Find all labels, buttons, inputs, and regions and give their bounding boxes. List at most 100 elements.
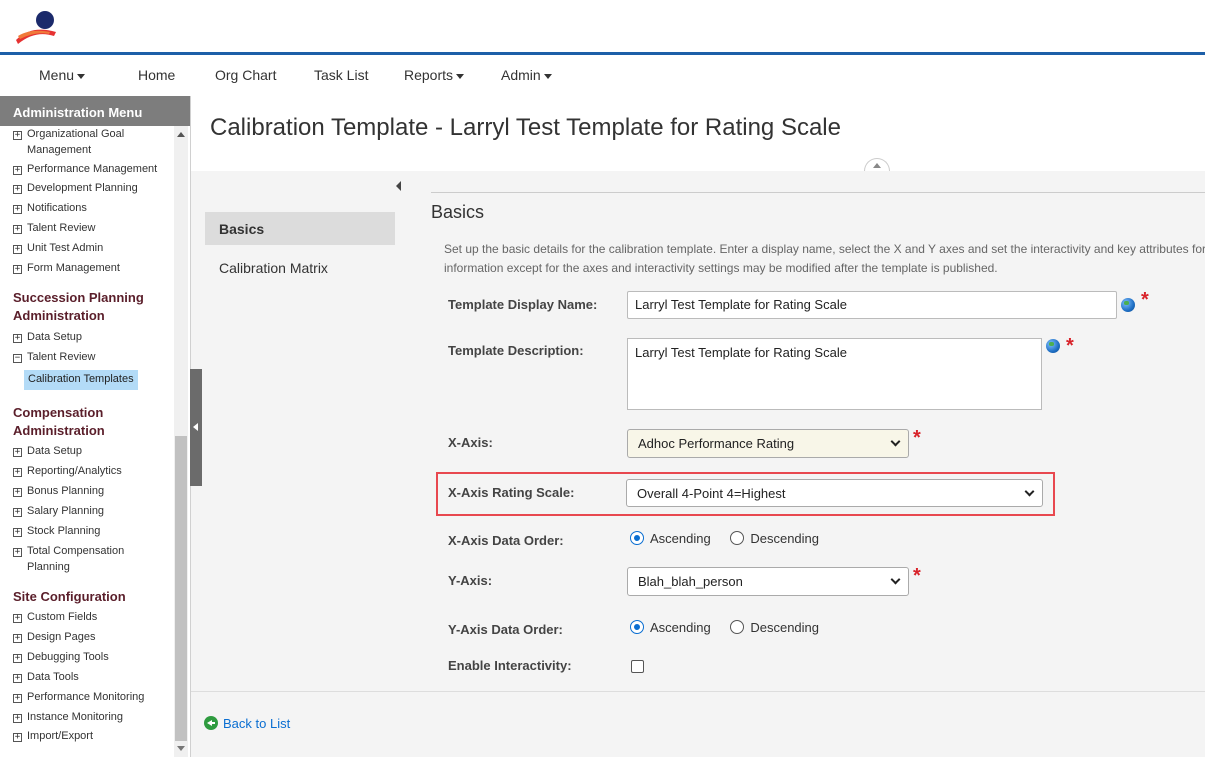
scrollbar-thumb[interactable] bbox=[175, 436, 187, 741]
nav-reports-label: Reports bbox=[404, 67, 454, 83]
sidebar-item-import-export[interactable]: + Import/Export bbox=[13, 728, 93, 744]
sidebar-item-instance-monitoring[interactable]: + Instance Monitoring bbox=[13, 709, 123, 725]
x-axis-value: Adhoc Performance Rating bbox=[638, 436, 795, 451]
sidebar-item-total-compensation[interactable]: + Total Compensation Planning bbox=[13, 543, 124, 575]
expand-icon[interactable]: + bbox=[13, 508, 22, 517]
expand-icon[interactable]: + bbox=[13, 528, 22, 537]
radio-unchecked-icon[interactable] bbox=[730, 531, 745, 545]
nav-reports[interactable]: Reports bbox=[404, 67, 465, 83]
interactivity-checkbox[interactable] bbox=[631, 660, 644, 673]
sidebar-item-development-planning[interactable]: + Development Planning bbox=[13, 180, 138, 196]
chevron-down-icon bbox=[890, 574, 901, 585]
section-title-line: Succession Planning bbox=[13, 290, 144, 305]
expand-icon[interactable]: + bbox=[13, 166, 22, 175]
sidebar-scrollbar[interactable] bbox=[174, 126, 188, 757]
top-navigation: Menu Home Org Chart Task List Reports Ad… bbox=[0, 56, 1205, 94]
radio-unchecked-icon[interactable] bbox=[730, 620, 745, 634]
y-order-ascending[interactable]: Ascending bbox=[630, 620, 711, 635]
sidebar-item-organizational-goal[interactable]: + Organizational Goal Management bbox=[13, 126, 124, 158]
sidebar-item-comp-data-setup[interactable]: + Data Setup bbox=[13, 443, 82, 459]
expand-icon[interactable]: + bbox=[13, 468, 22, 477]
expand-icon[interactable]: + bbox=[13, 614, 22, 623]
x-axis-select[interactable]: Adhoc Performance Rating bbox=[627, 429, 909, 458]
sidebar-title: Administration Menu bbox=[0, 96, 190, 126]
sidebar-item-custom-fields[interactable]: + Custom Fields bbox=[13, 609, 97, 625]
header-divider bbox=[0, 52, 1205, 55]
sidebar-item-performance-management[interactable]: + Performance Management bbox=[13, 161, 157, 177]
sidebar-item-unit-test-admin[interactable]: + Unit Test Admin bbox=[13, 240, 103, 256]
description-textarea[interactable]: Larryl Test Template for Rating Scale bbox=[627, 338, 1042, 410]
globe-icon[interactable] bbox=[1046, 339, 1060, 353]
chevron-down-icon bbox=[1024, 486, 1035, 497]
sidebar-item-bonus-planning[interactable]: + Bonus Planning bbox=[13, 483, 104, 499]
expand-icon[interactable]: + bbox=[13, 265, 22, 274]
sidebar-item-label: Unit Test Admin bbox=[27, 242, 104, 254]
expand-icon[interactable]: + bbox=[13, 225, 22, 234]
y-axis-value: Blah_blah_person bbox=[638, 574, 743, 589]
nav-menu[interactable]: Menu bbox=[39, 67, 86, 83]
expand-icon[interactable]: + bbox=[13, 245, 22, 254]
x-order-radio-group: Ascending Descending bbox=[630, 531, 819, 546]
sidebar-item-calibration-templates[interactable]: Calibration Templates bbox=[24, 370, 138, 390]
y-axis-select[interactable]: Blah_blah_person bbox=[627, 567, 909, 596]
sidebar-item-salary-planning[interactable]: + Salary Planning bbox=[13, 503, 104, 519]
x-order-ascending[interactable]: Ascending bbox=[630, 531, 711, 546]
company-logo[interactable] bbox=[14, 10, 58, 44]
scroll-up-icon[interactable] bbox=[177, 132, 185, 137]
display-name-input[interactable]: Larryl Test Template for Rating Scale bbox=[627, 291, 1117, 319]
expand-icon[interactable]: + bbox=[13, 674, 22, 683]
y-order-descending[interactable]: Descending bbox=[730, 620, 819, 635]
sidebar-item-stock-planning[interactable]: + Stock Planning bbox=[13, 523, 100, 539]
nav-home[interactable]: Home bbox=[138, 67, 175, 83]
expand-icon[interactable]: + bbox=[13, 334, 22, 343]
sidebar-item-notifications[interactable]: + Notifications bbox=[13, 200, 87, 216]
admin-sidebar: Administration Menu + Organizational Goal… bbox=[0, 96, 190, 757]
sidebar-item-reporting-analytics[interactable]: + Reporting/Analytics bbox=[13, 463, 122, 479]
expand-icon[interactable]: + bbox=[13, 185, 22, 194]
nav-admin[interactable]: Admin bbox=[501, 67, 552, 83]
x-order-descending[interactable]: Descending bbox=[730, 531, 819, 546]
collapse-icon[interactable]: − bbox=[13, 354, 22, 363]
sidebar-item-performance-monitoring[interactable]: + Performance Monitoring bbox=[13, 689, 144, 705]
radio-label: Descending bbox=[750, 531, 819, 546]
expand-icon[interactable]: + bbox=[13, 634, 22, 643]
expand-icon[interactable]: + bbox=[13, 694, 22, 703]
tab-basics[interactable]: Basics bbox=[205, 212, 395, 245]
sidebar-collapse-handle[interactable] bbox=[190, 369, 202, 486]
sidebar-item-succession-data-setup[interactable]: + Data Setup bbox=[13, 329, 82, 345]
expand-icon[interactable]: + bbox=[13, 733, 22, 742]
sidebar-item-form-management[interactable]: + Form Management bbox=[13, 260, 120, 276]
sidebar-item-data-tools[interactable]: + Data Tools bbox=[13, 669, 79, 685]
sidebar-item-design-pages[interactable]: + Design Pages bbox=[13, 629, 96, 645]
back-to-list-link[interactable]: Back to List bbox=[204, 716, 290, 731]
x-rating-scale-select[interactable]: Overall 4-Point 4=Highest bbox=[626, 479, 1043, 507]
back-arrow-icon bbox=[204, 716, 218, 730]
radio-label: Descending bbox=[750, 620, 819, 635]
expand-icon[interactable]: + bbox=[13, 131, 22, 140]
expand-icon[interactable]: + bbox=[13, 488, 22, 497]
radio-label: Ascending bbox=[650, 620, 711, 635]
collapse-header-button[interactable] bbox=[864, 158, 890, 171]
tab-calibration-matrix[interactable]: Calibration Matrix bbox=[205, 251, 395, 284]
sidebar-item-label: Management bbox=[27, 144, 92, 156]
nav-task-list[interactable]: Task List bbox=[314, 67, 368, 83]
expand-icon[interactable]: + bbox=[13, 548, 22, 557]
sidebar-item-debugging-tools[interactable]: + Debugging Tools bbox=[13, 649, 109, 665]
expand-icon[interactable]: + bbox=[13, 654, 22, 663]
expand-icon[interactable]: + bbox=[13, 714, 22, 723]
radio-label: Ascending bbox=[650, 531, 711, 546]
globe-icon[interactable] bbox=[1121, 298, 1135, 312]
expand-icon[interactable]: + bbox=[13, 205, 22, 214]
radio-checked-icon[interactable] bbox=[630, 531, 644, 545]
sidebar-item-succession-talent-review[interactable]: − Talent Review bbox=[13, 349, 95, 365]
header bbox=[0, 0, 1205, 53]
scroll-down-icon[interactable] bbox=[177, 746, 185, 751]
radio-checked-icon[interactable] bbox=[630, 620, 644, 634]
expand-icon[interactable]: + bbox=[13, 448, 22, 457]
back-to-list-label: Back to List bbox=[223, 716, 291, 731]
nav-org-chart[interactable]: Org Chart bbox=[215, 67, 276, 83]
chevron-left-icon[interactable] bbox=[396, 181, 401, 191]
x-rating-scale-value: Overall 4-Point 4=Highest bbox=[637, 486, 786, 501]
y-order-radio-group: Ascending Descending bbox=[630, 620, 819, 635]
sidebar-item-talent-review[interactable]: + Talent Review bbox=[13, 220, 95, 236]
